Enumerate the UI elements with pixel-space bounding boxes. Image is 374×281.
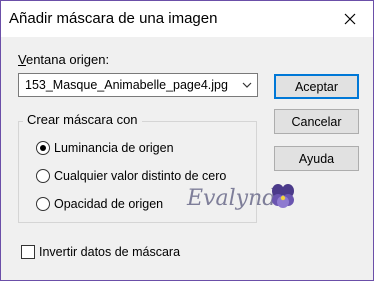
radio-luminance-indicator[interactable]	[36, 141, 50, 155]
source-window-select[interactable]: 153_Masque_Animabelle_page4.jpg	[18, 73, 258, 97]
cancel-button[interactable]: Cancelar	[274, 109, 359, 134]
radio-opacity-indicator[interactable]	[36, 197, 50, 211]
chevron-down-icon	[242, 82, 252, 88]
radio-opacity[interactable]: Opacidad de origen	[36, 197, 163, 211]
source-window-label-rest: entana origen:	[25, 52, 110, 67]
mask-options-title: Crear máscara con	[23, 112, 142, 127]
watermark-logo: Evalynda	[186, 184, 294, 211]
invert-mask-label: Invertir datos de máscara	[39, 245, 181, 259]
radio-nonzero-indicator[interactable]	[36, 169, 50, 183]
window-title: Añadir máscara de una imagen	[9, 10, 218, 27]
close-icon	[344, 13, 356, 25]
radio-opacity-label: Opacidad de origen	[54, 197, 164, 211]
ok-button[interactable]: Aceptar	[274, 74, 359, 99]
invert-mask-checkbox[interactable]	[21, 245, 35, 259]
title-bar: Añadir máscara de una imagen	[1, 1, 373, 37]
radio-luminance-label: Luminancia de origen	[54, 141, 174, 155]
help-button[interactable]: Ayuda	[274, 146, 359, 171]
source-window-value: 153_Masque_Animabelle_page4.jpg	[25, 78, 228, 92]
source-window-label: Ventana origen:	[18, 52, 110, 67]
invert-mask-option[interactable]: Invertir datos de máscara	[21, 245, 180, 259]
radio-luminance[interactable]: Luminancia de origen	[36, 141, 174, 155]
pansy-flower-icon	[272, 184, 294, 208]
close-button[interactable]	[327, 1, 373, 37]
dialog-window: Añadir máscara de una imagen Ventana ori…	[0, 0, 374, 281]
